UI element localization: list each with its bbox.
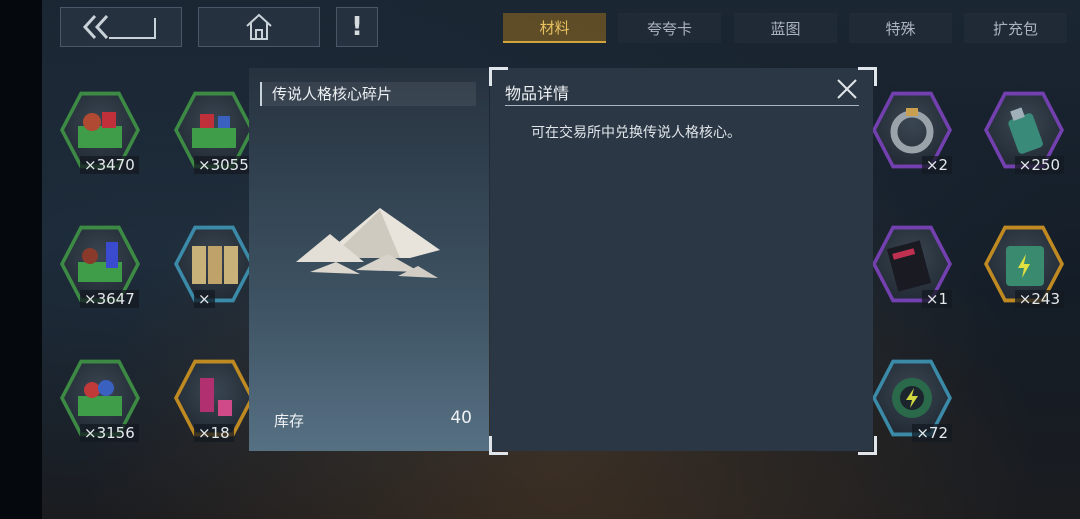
basket-icon (192, 114, 236, 148)
inventory-item[interactable]: ×1 (864, 218, 964, 318)
inventory-item[interactable]: ×2 (864, 84, 964, 184)
basket-icon (78, 380, 122, 416)
item-count: ×3470 (80, 156, 139, 174)
frame-corner (858, 67, 877, 86)
item-count: ×2 (921, 156, 952, 174)
item-count: ×18 (194, 424, 234, 442)
stock-label: 库存 (274, 412, 305, 430)
medal-icon (892, 378, 932, 418)
alert-button[interactable]: ! (336, 7, 378, 47)
inventory-item[interactable]: ×250 (976, 84, 1076, 184)
tab-materials[interactable]: 材料 (503, 13, 606, 43)
item-description: 可在交易所中兑换传说人格核心。 (531, 125, 741, 141)
home-button[interactable] (198, 7, 320, 47)
left-edge (0, 0, 42, 519)
inventory-item[interactable]: ×3647 (52, 218, 152, 318)
item-count: ×72 (912, 424, 952, 442)
ring-icon (890, 108, 934, 154)
item-count: ×3156 (80, 424, 139, 442)
basket-icon (78, 242, 122, 282)
close-icon (837, 79, 857, 99)
tab-special[interactable]: 特殊 (849, 13, 952, 43)
crystal-icon (200, 378, 232, 416)
item-name: 传说人格核心碎片 (260, 82, 476, 106)
item-count: ×3055 (194, 156, 253, 174)
frame-corner (489, 436, 508, 455)
detail-title: 物品详情 (505, 84, 570, 103)
item-count: × (194, 290, 215, 308)
close-button[interactable] (834, 76, 860, 102)
battery-icon (1006, 246, 1044, 286)
item-count: ×243 (1014, 290, 1064, 308)
inventory-item[interactable]: ×72 (864, 352, 964, 452)
back-button[interactable] (60, 7, 182, 47)
inventory-item[interactable]: ×3470 (52, 84, 152, 184)
tab-praise-cards[interactable]: 夸夸卡 (618, 13, 721, 43)
bottle-icon (1008, 107, 1043, 154)
double-chevron-left-icon (82, 14, 156, 40)
home-icon (246, 13, 272, 40)
stock-value: 40 (450, 408, 472, 428)
divider (505, 105, 859, 106)
item-count: ×3647 (80, 290, 139, 308)
inventory-item[interactable]: ×243 (976, 218, 1076, 318)
powder-pile-icon (296, 208, 440, 278)
alert-label: ! (351, 12, 363, 42)
frame-corner (858, 436, 877, 455)
card-icon (886, 240, 932, 292)
basket-icon (78, 112, 122, 148)
item-count: ×1 (921, 290, 952, 308)
tab-blueprints[interactable]: 蓝图 (734, 13, 837, 43)
game-screen: ! 材料 夸夸卡 蓝图 特殊 扩充包 ×3470 ×3647 ×3156 ×30… (0, 0, 1080, 519)
jars-icon (192, 246, 238, 284)
tab-expansion-packs[interactable]: 扩充包 (964, 13, 1067, 43)
item-count: ×250 (1014, 156, 1064, 174)
inventory-item[interactable]: ×3156 (52, 352, 152, 452)
